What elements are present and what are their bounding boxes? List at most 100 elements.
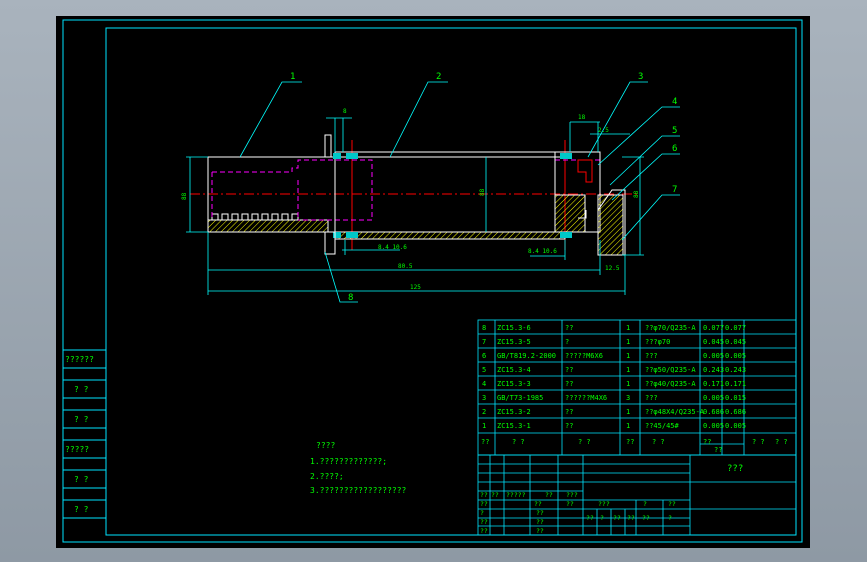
bom-cell: ZC15.3-2 xyxy=(497,408,531,416)
right-end-hatch xyxy=(554,194,586,233)
dimension-text: 125 xyxy=(410,284,421,291)
dimension-text: 2.5 xyxy=(598,127,609,134)
bom-cell: ???φ70 xyxy=(645,338,670,346)
bom-cell: ?? xyxy=(565,324,573,332)
side-label: ?????? xyxy=(65,355,94,364)
balloon-label: 5 xyxy=(672,126,677,136)
dimension-text: 80.5 xyxy=(398,263,413,270)
bom-cell: 0.045 xyxy=(725,338,746,346)
bom-cell: 0.045 xyxy=(703,338,724,346)
title-cell: ? xyxy=(643,500,647,508)
bom-cell: GB/T73-1985 xyxy=(497,394,543,402)
title-cell: ? xyxy=(600,514,604,522)
title-cell: ??? xyxy=(566,491,578,499)
title-cell: ? xyxy=(668,514,672,522)
title-cell: ?? xyxy=(668,500,676,508)
bom-header-cell: ?? xyxy=(626,438,634,446)
bom-cell: 1 xyxy=(482,422,486,430)
bom-cell: 1 xyxy=(626,338,630,346)
bom-cell: 6 xyxy=(482,352,486,360)
bom-cell: 8 xyxy=(482,324,486,332)
seal-block xyxy=(560,153,572,159)
notes-line: 1.?????????????; xyxy=(310,457,387,466)
bom-header-cell: ?? xyxy=(703,438,711,446)
dimension-text: 18 xyxy=(578,114,586,121)
title-cell: ?? xyxy=(480,518,488,526)
dimension-text: 88 xyxy=(181,192,188,200)
title-cell: ?? xyxy=(536,518,544,526)
bom-cell: ?? xyxy=(565,408,573,416)
title-cell: ????? xyxy=(506,491,526,499)
bom-cell: 0.171 xyxy=(703,380,724,388)
bom-cell: 1 xyxy=(626,422,630,430)
title-cell: ?? xyxy=(545,491,553,499)
bom-header-cell: ? ? xyxy=(652,438,665,446)
bom-cell: ??? xyxy=(645,394,658,402)
bom-cell: 1 xyxy=(626,366,630,374)
bom-cell: ZC15.3-1 xyxy=(497,422,531,430)
balloon-label: 1 xyxy=(290,72,295,82)
bom-cell: ??φ48X4/Q235-A xyxy=(645,408,705,416)
bom-cell: ?? xyxy=(565,422,573,430)
bom-cell: ZC15.3-4 xyxy=(497,366,531,374)
bom-header-cell: ? ? xyxy=(775,438,788,446)
bom-cell: 1 xyxy=(626,408,630,416)
bom-cell: 0.005 xyxy=(725,422,746,430)
left-body-hatch xyxy=(207,219,329,233)
title-cell: ?? xyxy=(586,514,594,522)
side-label: ? ? xyxy=(74,475,89,484)
bom-cell: 7 xyxy=(482,338,486,346)
dimension-text: 8.4 10.6 xyxy=(378,244,407,251)
title-cell: ?? xyxy=(491,491,499,499)
bom-cell: 1 xyxy=(626,352,630,360)
bom-cell: 1 xyxy=(626,324,630,332)
drawing-name: ??? xyxy=(727,464,743,474)
bom-cell: 0.005 xyxy=(703,394,724,402)
bom-cell: 0.686 xyxy=(725,408,746,416)
bom-cell: ZC15.3-6 xyxy=(497,324,531,332)
balloon-label: 8 xyxy=(348,293,353,303)
title-cell: ?? xyxy=(566,500,574,508)
model-viewport xyxy=(56,16,810,548)
dimension-text: 88 xyxy=(633,190,640,198)
title-cell: ?? xyxy=(536,509,544,517)
bom-cell: ?? xyxy=(565,380,573,388)
bom-cell: ??φ40/Q235-A xyxy=(645,380,696,388)
title-cell: ?? xyxy=(536,527,544,535)
notes-line: 2.????; xyxy=(310,472,344,481)
bom-header-cell: ? ? xyxy=(752,438,765,446)
seal-block xyxy=(346,232,358,238)
bom-cell: 0.243 xyxy=(725,366,746,374)
title-cell: ?? xyxy=(480,491,488,499)
notes-title: ???? xyxy=(316,441,335,450)
dimension-text: 12.5 xyxy=(605,265,620,272)
balloon-label: 7 xyxy=(672,185,677,195)
dimension-text: 8 xyxy=(343,108,347,115)
bom-cell: 0.015 xyxy=(725,394,746,402)
bom-header-cell: ? ? xyxy=(512,438,525,446)
bom-cell: ??????M4X6 xyxy=(565,394,607,402)
balloon-label: 2 xyxy=(436,72,441,82)
bom-cell: 0.005 xyxy=(703,422,724,430)
bom-cell: 0.077 xyxy=(703,324,724,332)
bom-cell: 0.005 xyxy=(703,352,724,360)
seal-block xyxy=(346,153,358,159)
bom-cell: 0.243 xyxy=(703,366,724,374)
notes-line: 3.?????????????????? xyxy=(310,486,407,495)
title-cell: ?? xyxy=(480,500,488,508)
bom-cell: ZC15.3-5 xyxy=(497,338,531,346)
bom-cell: ??45/45# xyxy=(645,422,680,430)
title-cell: ?? xyxy=(642,514,650,522)
bom-cell: 4 xyxy=(482,380,486,388)
bom-cell: 3 xyxy=(482,394,486,402)
bom-cell: ? xyxy=(565,338,569,346)
seal-block xyxy=(333,153,341,159)
dimension-text: 8.4 10.6 xyxy=(528,248,557,255)
title-cell: ?? xyxy=(480,527,488,535)
bom-cell: ??φ50/Q235-A xyxy=(645,366,696,374)
side-label: ? ? xyxy=(74,505,89,514)
seal-block xyxy=(333,232,341,238)
balloon-label: 3 xyxy=(638,72,643,82)
bom-cell: 1 xyxy=(626,380,630,388)
bom-header-cell: ? ? xyxy=(578,438,591,446)
